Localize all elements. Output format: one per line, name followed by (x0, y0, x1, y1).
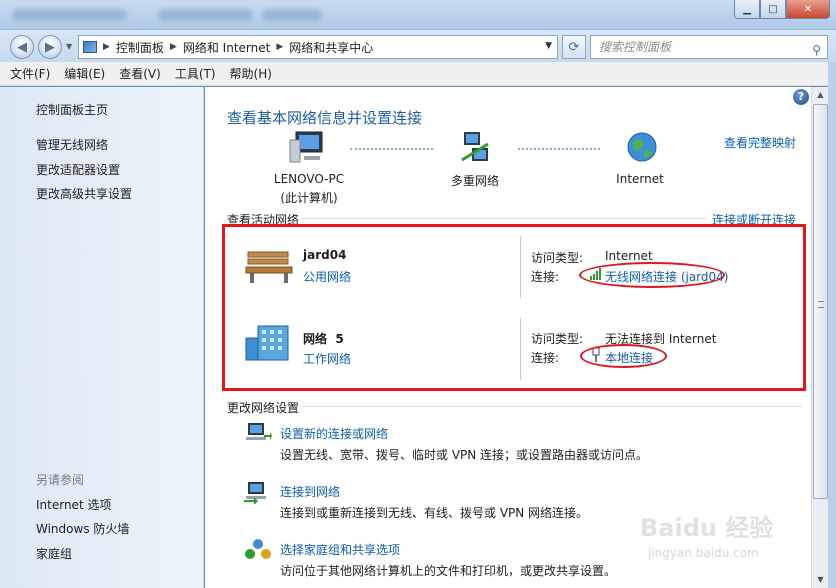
watermark-url: jingyan.baidu.com (648, 546, 759, 560)
search-placeholder: 搜索控制面板 (599, 40, 672, 54)
highlight-oval (580, 344, 667, 368)
access-type-value: Internet (605, 249, 653, 263)
sidebar-item-home[interactable]: 控制面板主页 (36, 101, 108, 118)
title-blur (12, 9, 127, 21)
menu-view[interactable]: 查看(V) (119, 65, 161, 82)
menu-file[interactable]: 文件(F) (10, 65, 50, 82)
computer-icon[interactable] (288, 130, 328, 166)
refresh-icon: ⟳ (568, 39, 580, 55)
building-icon (245, 325, 289, 361)
highlight-oval (579, 262, 725, 288)
access-type-label: 访问类型: (531, 251, 584, 265)
full-map-link[interactable]: 查看完整映射 (724, 134, 796, 151)
sidebar-item-sharing[interactable]: 更改高级共享设置 (36, 185, 132, 202)
bench-icon (245, 251, 293, 283)
window-controls: ▁ □ ✕ (734, 0, 830, 19)
title-bar: ▁ □ ✕ (0, 0, 836, 30)
sidebar-item-internet-options[interactable]: Internet 选项 (36, 496, 111, 513)
section-divider (302, 406, 802, 407)
see-also-heading: 另请参阅 (36, 473, 85, 487)
multiple-networks-label: 多重网络 (450, 174, 499, 188)
search-icon[interactable]: ⚲ (812, 39, 821, 61)
network-category-link[interactable]: 工作网络 (303, 350, 351, 367)
breadcrumb-item[interactable]: 网络和共享中心 (289, 39, 373, 56)
task-description: 设置无线、宽带、拨号、临时或 VPN 连接；或设置路由器或访问点。 (280, 448, 649, 462)
column-divider (520, 236, 521, 298)
network-category-link[interactable]: 公用网络 (303, 268, 351, 285)
breadcrumb-separator: ▶ (169, 42, 177, 52)
section-divider (302, 218, 706, 219)
title-blur (262, 9, 322, 21)
minimize-button[interactable]: ▁ (734, 0, 760, 19)
search-input[interactable]: 搜索控制面板 ⚲ (590, 35, 828, 59)
sidebar-item-homegroup[interactable]: 家庭组 (36, 545, 72, 562)
help-icon[interactable]: ? (793, 89, 809, 105)
scroll-up-icon[interactable]: ▲ (813, 87, 828, 103)
network-name: jard04 (303, 248, 347, 262)
new-connection-icon (246, 423, 272, 440)
address-dropdown-icon[interactable]: ▼ (545, 41, 552, 51)
connection-label: 连接: (531, 270, 560, 284)
internet-label: Internet (616, 172, 664, 186)
pc-name-label: LENOVO-PC (273, 172, 345, 186)
map-connector (350, 148, 433, 150)
refresh-button[interactable]: ⟳ (562, 35, 586, 59)
map-connector (518, 148, 600, 150)
scroll-thumb[interactable] (813, 104, 828, 499)
forward-button[interactable]: ▶ (38, 35, 62, 59)
menu-edit[interactable]: 编辑(E) (64, 65, 105, 82)
column-divider (520, 318, 521, 380)
breadcrumb-item[interactable]: 网络和 Internet (183, 39, 270, 56)
connect-network-icon (244, 482, 266, 504)
recent-pages-dropdown[interactable]: ▼ (66, 42, 72, 51)
watermark-logo: Baidu 经验 (640, 514, 774, 542)
menu-bar: 文件(F) 编辑(E) 查看(V) 工具(T) 帮助(H) (0, 62, 836, 86)
network-name: 网络 5 (303, 332, 344, 346)
change-settings-heading: 更改网络设置 (227, 401, 300, 415)
maximize-button[interactable]: □ (760, 0, 786, 19)
setup-connection-link[interactable]: 设置新的连接或网络 (280, 425, 388, 442)
sidebar-item-firewall[interactable]: Windows 防火墙 (36, 520, 129, 537)
task-description: 连接到或重新连接到无线、有线、拨号或 VPN 网络连接。 (280, 506, 589, 520)
page-title: 查看基本网络信息并设置连接 (227, 109, 423, 127)
task-description: 访问位于其他网络计算机上的文件和打印机，或更改共享设置。 (280, 564, 617, 578)
pc-sub-label: (此计算机) (280, 191, 338, 205)
address-bar[interactable]: ▶ 控制面板 ▶ 网络和 Internet ▶ 网络和共享中心 ▼ (78, 35, 558, 59)
forward-arrow-icon: ▶ (45, 39, 55, 55)
globe-icon[interactable] (626, 131, 658, 163)
back-arrow-icon: ◀ (17, 39, 27, 55)
window-frame (828, 62, 836, 588)
connect-to-network-link[interactable]: 连接到网络 (280, 483, 340, 500)
back-button[interactable]: ◀ (10, 35, 34, 59)
sidebar-item-adapter[interactable]: 更改适配器设置 (36, 161, 120, 178)
access-type-label: 访问类型: (531, 332, 584, 346)
close-button[interactable]: ✕ (786, 0, 830, 19)
homegroup-icon (245, 539, 271, 559)
menu-help[interactable]: 帮助(H) (230, 65, 272, 82)
scroll-grip (818, 301, 824, 308)
scroll-down-icon[interactable]: ▼ (813, 572, 828, 588)
connection-label: 连接: (531, 351, 560, 365)
vertical-scrollbar[interactable]: ▲ ▼ (811, 87, 828, 588)
navigation-bar: ◀ ▶ ▼ ▶ 控制面板 ▶ 网络和 Internet ▶ 网络和共享中心 ▼ … (0, 30, 836, 62)
multiple-networks-icon[interactable] (458, 130, 494, 166)
breadcrumb-separator: ▶ (276, 42, 284, 52)
breadcrumb-item[interactable]: 控制面板 (116, 39, 164, 56)
sidebar-item-wireless[interactable]: 管理无线网络 (36, 136, 108, 153)
title-blur (158, 9, 253, 21)
breadcrumb-separator: ▶ (103, 42, 110, 52)
menu-tools[interactable]: 工具(T) (175, 65, 216, 82)
homegroup-sharing-link[interactable]: 选择家庭组和共享选项 (280, 541, 400, 558)
control-panel-icon (83, 41, 97, 53)
